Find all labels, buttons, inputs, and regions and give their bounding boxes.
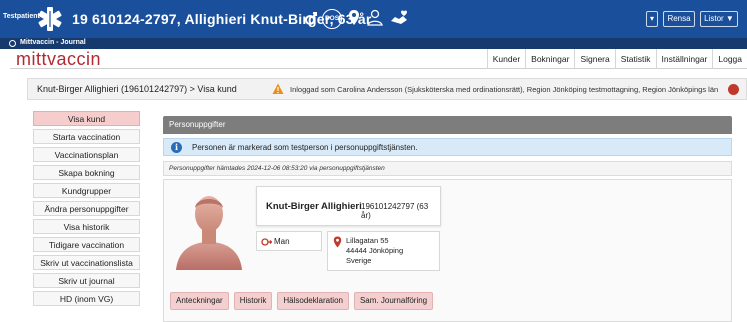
- nav-item-statistik[interactable]: Statistik: [614, 49, 656, 69]
- info-icon: i: [171, 142, 182, 153]
- person-name: Knut-Birger Allighieri: [266, 201, 362, 212]
- location-pin-icon[interactable]: [348, 9, 360, 27]
- star-of-life-icon: [38, 7, 62, 31]
- app-ring-icon: [9, 40, 16, 47]
- breadcrumb-bar: Knut-Birger Allighieri (196101242797) > …: [27, 78, 747, 100]
- logout-icon[interactable]: [728, 84, 739, 95]
- personuppgifter-panel: Personuppgifter i Personen är markerad s…: [163, 116, 732, 322]
- rensa-button[interactable]: Rensa: [663, 11, 695, 27]
- person-tabs: Anteckningar Historik Hälsodeklaration S…: [170, 292, 438, 310]
- testpatient-label: Testpatient: [3, 13, 40, 20]
- handshake-heart-icon[interactable]: [389, 9, 409, 27]
- sidebar-item-skapa-bokning[interactable]: Skapa bokning: [33, 165, 140, 180]
- person-name-box: Knut-Birger Allighieri 196101242797 (63 …: [256, 186, 441, 226]
- tab-halsodeklaration[interactable]: Hälsodeklaration: [277, 292, 349, 310]
- sidebar-item-tidigare-vaccination[interactable]: Tidigare vaccination: [33, 237, 140, 252]
- fetched-timestamp: Personuppgifter hämtades 2024-12-06 08:5…: [163, 161, 732, 176]
- breadcrumb: Knut-Birger Allighieri (196101242797) > …: [37, 84, 237, 94]
- address-pin-icon: [333, 236, 342, 248]
- nav-item-installningar[interactable]: Inställningar: [655, 49, 713, 69]
- address-city: 44444 Jönköping: [346, 246, 404, 255]
- gender-box: Man: [256, 231, 322, 251]
- mittvaccin-logo: mittvaccin: [16, 49, 102, 69]
- gender-symbol-icon: [261, 238, 272, 246]
- avatar-icon: [176, 196, 242, 270]
- sidebar-item-kundgrupper[interactable]: Kundgrupper: [33, 183, 140, 198]
- app-tab-title[interactable]: Mittvaccin - Journal: [20, 39, 86, 46]
- person-card: Knut-Birger Allighieri 196101242797 (63 …: [163, 179, 732, 322]
- sidebar-item-skriv-ut-vaccinationslista[interactable]: Skriv ut vaccinationslista: [33, 255, 140, 270]
- info-text: Personen är markerad som testperson i pe…: [192, 143, 418, 152]
- dos-icon[interactable]: DOS: [322, 9, 342, 29]
- tab-historik[interactable]: Historik: [233, 292, 273, 310]
- nav-item-kunder[interactable]: Kunder: [486, 49, 525, 69]
- male-gender-icon: [305, 12, 317, 25]
- person-outline-icon[interactable]: [367, 9, 383, 27]
- nav-item-signera[interactable]: Signera: [574, 49, 614, 69]
- gender-value: Man: [274, 237, 290, 246]
- sidebar-item-starta-vaccination[interactable]: Starta vaccination: [33, 129, 140, 144]
- warning-icon: [272, 83, 284, 94]
- customer-sidebar: Visa kund Starta vaccination Vaccination…: [33, 111, 140, 309]
- app-tab-strip: Mittvaccin - Journal: [0, 38, 747, 49]
- sidebar-item-vaccinationsplan[interactable]: Vaccinationsplan: [33, 147, 140, 162]
- nav-item-logga[interactable]: Logga: [712, 49, 747, 69]
- address-street: Lillagatan 55: [346, 236, 389, 245]
- logged-in-as-text: Inloggad som Carolina Andersson (Sjukskö…: [290, 85, 719, 94]
- sidebar-item-visa-kund[interactable]: Visa kund: [33, 111, 140, 126]
- nav-item-bokningar[interactable]: Bokningar: [525, 49, 574, 69]
- main-nav: mittvaccin Kunder Bokningar Signera Stat…: [10, 49, 747, 69]
- person-personnummer: 196101242797 (63 år): [361, 202, 429, 220]
- address-country: Sverige: [346, 256, 372, 265]
- sidebar-item-visa-historik[interactable]: Visa historik: [33, 219, 140, 234]
- patient-header-bar: Testpatient 19 610124-2797, Allighieri K…: [0, 0, 747, 38]
- dropdown-toggle-button[interactable]: ▾: [646, 11, 658, 27]
- listor-button[interactable]: Listor ▼: [700, 11, 738, 27]
- dos-label: DOS: [324, 15, 340, 22]
- nav-items: Kunder Bokningar Signera Statistik Instä…: [486, 49, 747, 69]
- address-box: Lillagatan 55 44444 Jönköping Sverige: [327, 231, 440, 271]
- tab-sam-journalforing[interactable]: Sam. Journalföring: [353, 292, 434, 310]
- tab-anteckningar[interactable]: Anteckningar: [170, 292, 229, 310]
- sidebar-item-andra-personuppgifter[interactable]: Ändra personuppgifter: [33, 201, 140, 216]
- sidebar-item-hd-inom-vg[interactable]: HD (inom VG): [33, 291, 140, 306]
- testperson-info-alert: i Personen är markerad som testperson i …: [163, 138, 732, 156]
- panel-title: Personuppgifter: [163, 116, 732, 134]
- sidebar-item-skriv-ut-journal[interactable]: Skriv ut journal: [33, 273, 140, 288]
